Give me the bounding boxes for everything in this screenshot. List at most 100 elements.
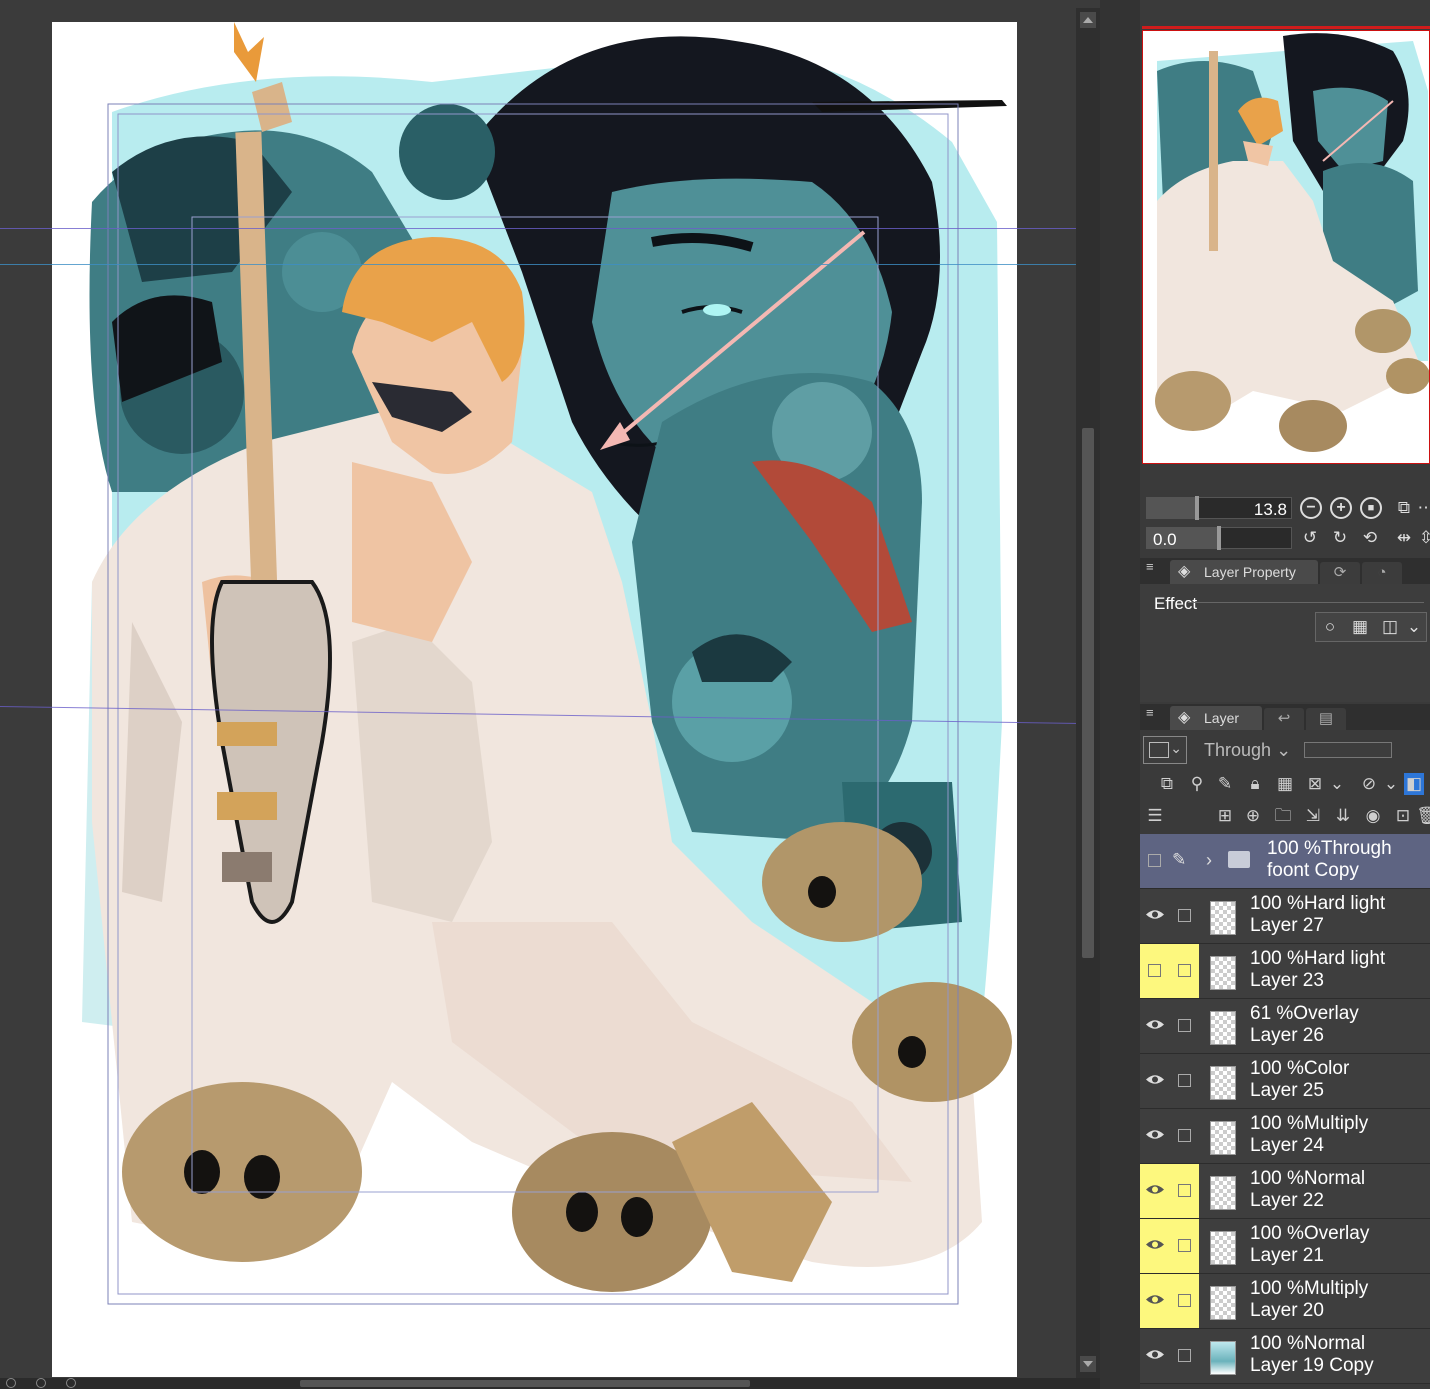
rotate-slider-knob[interactable] xyxy=(1217,526,1221,550)
layer-row[interactable]: 100 %Multiply Layer 20 xyxy=(1140,1274,1430,1329)
tab-sub-view[interactable]: ⟳ xyxy=(1320,562,1360,584)
edit-checkbox[interactable] xyxy=(1178,1074,1191,1087)
edit-checkbox[interactable] xyxy=(1178,1129,1191,1142)
edit-toggle[interactable] xyxy=(1169,889,1199,943)
layer-row[interactable]: 100 %Hard light Layer 23 xyxy=(1140,944,1430,999)
layer-row[interactable]: 100 %Hard light Layer 27 xyxy=(1140,889,1430,944)
flip-horizontal-icon[interactable]: ⇹ xyxy=(1394,528,1414,548)
lock-icon[interactable]: 🔒︎ xyxy=(1244,773,1266,795)
scroll-up-button[interactable] xyxy=(1080,12,1096,28)
chevron-right-icon[interactable]: › xyxy=(1206,850,1212,871)
tab-history[interactable]: ↩ xyxy=(1264,708,1304,730)
visibility-toggle[interactable] xyxy=(1140,999,1169,1053)
edit-toggle[interactable] xyxy=(1169,1109,1199,1163)
flip-vertical-icon[interactable]: ⇳ xyxy=(1416,528,1430,548)
tab-layer-property[interactable]: ◈ Layer Property xyxy=(1170,560,1318,584)
panel-menu-icon[interactable]: ≡ xyxy=(1146,706,1158,719)
horizontal-scroll-thumb[interactable] xyxy=(300,1380,750,1387)
vertical-scrollbar[interactable] xyxy=(1076,8,1100,1378)
rotate-slider[interactable]: 0.0 xyxy=(1146,526,1292,550)
visibility-toggle[interactable] xyxy=(1140,1164,1169,1218)
visibility-toggle[interactable] xyxy=(1140,1274,1169,1328)
lock-transparency-icon[interactable]: ▦ xyxy=(1274,773,1296,795)
more-icon[interactable]: ⋯ xyxy=(1416,498,1430,518)
chevron-down-icon[interactable]: ⌄ xyxy=(1326,773,1348,795)
delete-layer-icon[interactable]: 🗑︎ xyxy=(1416,805,1430,827)
merge-down-icon[interactable]: ⇊ xyxy=(1332,805,1354,827)
edit-checkbox[interactable] xyxy=(1178,1184,1191,1197)
hidden-checkbox[interactable] xyxy=(1148,854,1161,867)
visibility-toggle[interactable] xyxy=(1140,1329,1169,1383)
edit-checkbox[interactable] xyxy=(1178,1349,1191,1362)
blend-mode-select[interactable]: Through ⌄ xyxy=(1204,738,1292,762)
new-raster-layer-icon[interactable]: ⊞ xyxy=(1214,805,1236,827)
horizontal-scrollbar[interactable] xyxy=(0,1378,1100,1389)
edit-toggle[interactable] xyxy=(1169,1164,1199,1218)
chevron-down-icon[interactable]: ⌄ xyxy=(1404,617,1424,637)
tab-auto-action[interactable]: ▤ xyxy=(1306,708,1346,730)
visibility-toggle[interactable] xyxy=(1140,1219,1169,1273)
layer-menu-icon[interactable]: ☰ xyxy=(1144,805,1166,827)
zoom-in-icon[interactable]: + xyxy=(1330,497,1352,519)
edit-checkbox[interactable] xyxy=(1178,909,1191,922)
ruler-enable-icon[interactable]: ⊘ xyxy=(1358,773,1380,795)
visibility-toggle[interactable] xyxy=(1140,1054,1169,1108)
panel-splitter[interactable] xyxy=(1100,0,1140,1389)
ruler-guide[interactable] xyxy=(0,228,1080,229)
edit-checkbox[interactable] xyxy=(1178,1239,1191,1252)
edit-toggle[interactable] xyxy=(1169,1329,1199,1383)
transfer-down-icon[interactable]: ⇲ xyxy=(1302,805,1324,827)
layer-list[interactable]: ✎ › 100 %Through foont Copy 100 %Hard li… xyxy=(1140,834,1430,1389)
stop-icon[interactable]: ■ xyxy=(1360,497,1382,519)
visibility-toggle[interactable] xyxy=(1140,834,1169,888)
edit-toggle[interactable] xyxy=(1169,1054,1199,1108)
visibility-toggle[interactable] xyxy=(1140,1109,1169,1163)
panel-menu-icon[interactable]: ≡ xyxy=(1146,560,1158,573)
zoom-slider-knob[interactable] xyxy=(1195,496,1199,520)
layer-row[interactable]: 100 %Color Layer 25 xyxy=(1140,1054,1430,1109)
new-vector-layer-icon[interactable]: ⊕ xyxy=(1242,805,1264,827)
edit-checkbox[interactable] xyxy=(1178,1294,1191,1307)
reset-rotation-icon[interactable]: ⟲ xyxy=(1360,528,1380,548)
layer-row[interactable]: 61 %Overlay Layer 26 xyxy=(1140,999,1430,1054)
visibility-toggle[interactable] xyxy=(1140,944,1169,998)
edit-toggle[interactable] xyxy=(1169,1219,1199,1273)
apply-mask-icon[interactable]: ⊡ xyxy=(1392,805,1414,827)
tab-search-layer[interactable]: ◔ xyxy=(1362,562,1402,584)
edit-toggle[interactable] xyxy=(1169,999,1199,1053)
rotate-right-icon[interactable]: ↻ xyxy=(1330,528,1350,548)
draft-layer-icon[interactable]: ✎ xyxy=(1214,773,1236,795)
new-folder-icon[interactable]: 🗀︎ xyxy=(1272,805,1294,827)
visibility-toggle[interactable] xyxy=(1140,889,1169,943)
tone-effect-icon[interactable]: ▦ xyxy=(1350,617,1370,637)
rotate-left-icon[interactable]: ↺ xyxy=(1300,528,1320,548)
layer-row[interactable]: 100 %Normal Layer 22 xyxy=(1140,1164,1430,1219)
edit-checkbox[interactable] xyxy=(1178,1019,1191,1032)
reference-layer-icon[interactable]: ⚲ xyxy=(1186,773,1208,795)
layer-row[interactable]: 100 %Multiply Layer 24 xyxy=(1140,1109,1430,1164)
artwork-canvas[interactable] xyxy=(52,22,1017,1377)
ruler-guide[interactable] xyxy=(0,264,1080,265)
canvas-area[interactable] xyxy=(0,0,1100,1389)
create-mask-icon[interactable]: ◉ xyxy=(1362,805,1384,827)
edit-toggle[interactable] xyxy=(1169,944,1199,998)
layer-row[interactable]: 100 %Overlay Layer 21 xyxy=(1140,1219,1430,1274)
mask-enable-icon[interactable]: ⊠ xyxy=(1304,773,1326,795)
tab-layer[interactable]: ◈ Layer xyxy=(1170,706,1262,730)
border-effect-icon[interactable]: ○ xyxy=(1320,617,1340,637)
hidden-checkbox[interactable] xyxy=(1148,964,1161,977)
zoom-out-icon[interactable]: − xyxy=(1300,497,1322,519)
fit-window-icon[interactable]: ⧉ xyxy=(1394,498,1414,518)
layer-row[interactable]: 100 %Normal Layer 19 Copy xyxy=(1140,1329,1430,1384)
edit-toggle[interactable] xyxy=(1169,1274,1199,1328)
layer-row-folder[interactable]: ✎ › 100 %Through foont Copy xyxy=(1140,834,1430,889)
navigator-preview[interactable] xyxy=(1142,30,1430,464)
rotate-status-icon[interactable] xyxy=(36,1378,46,1388)
layer-color-select[interactable]: ⌄ xyxy=(1143,736,1187,764)
scroll-down-button[interactable] xyxy=(1080,1356,1096,1372)
clip-to-layer-icon[interactable]: ⧉ xyxy=(1156,773,1178,795)
edit-checkbox[interactable] xyxy=(1178,964,1191,977)
zoom-slider[interactable]: 13.8 xyxy=(1146,496,1292,520)
chevron-down-icon[interactable]: ⌄ xyxy=(1380,773,1402,795)
vertical-scroll-thumb[interactable] xyxy=(1082,428,1094,958)
